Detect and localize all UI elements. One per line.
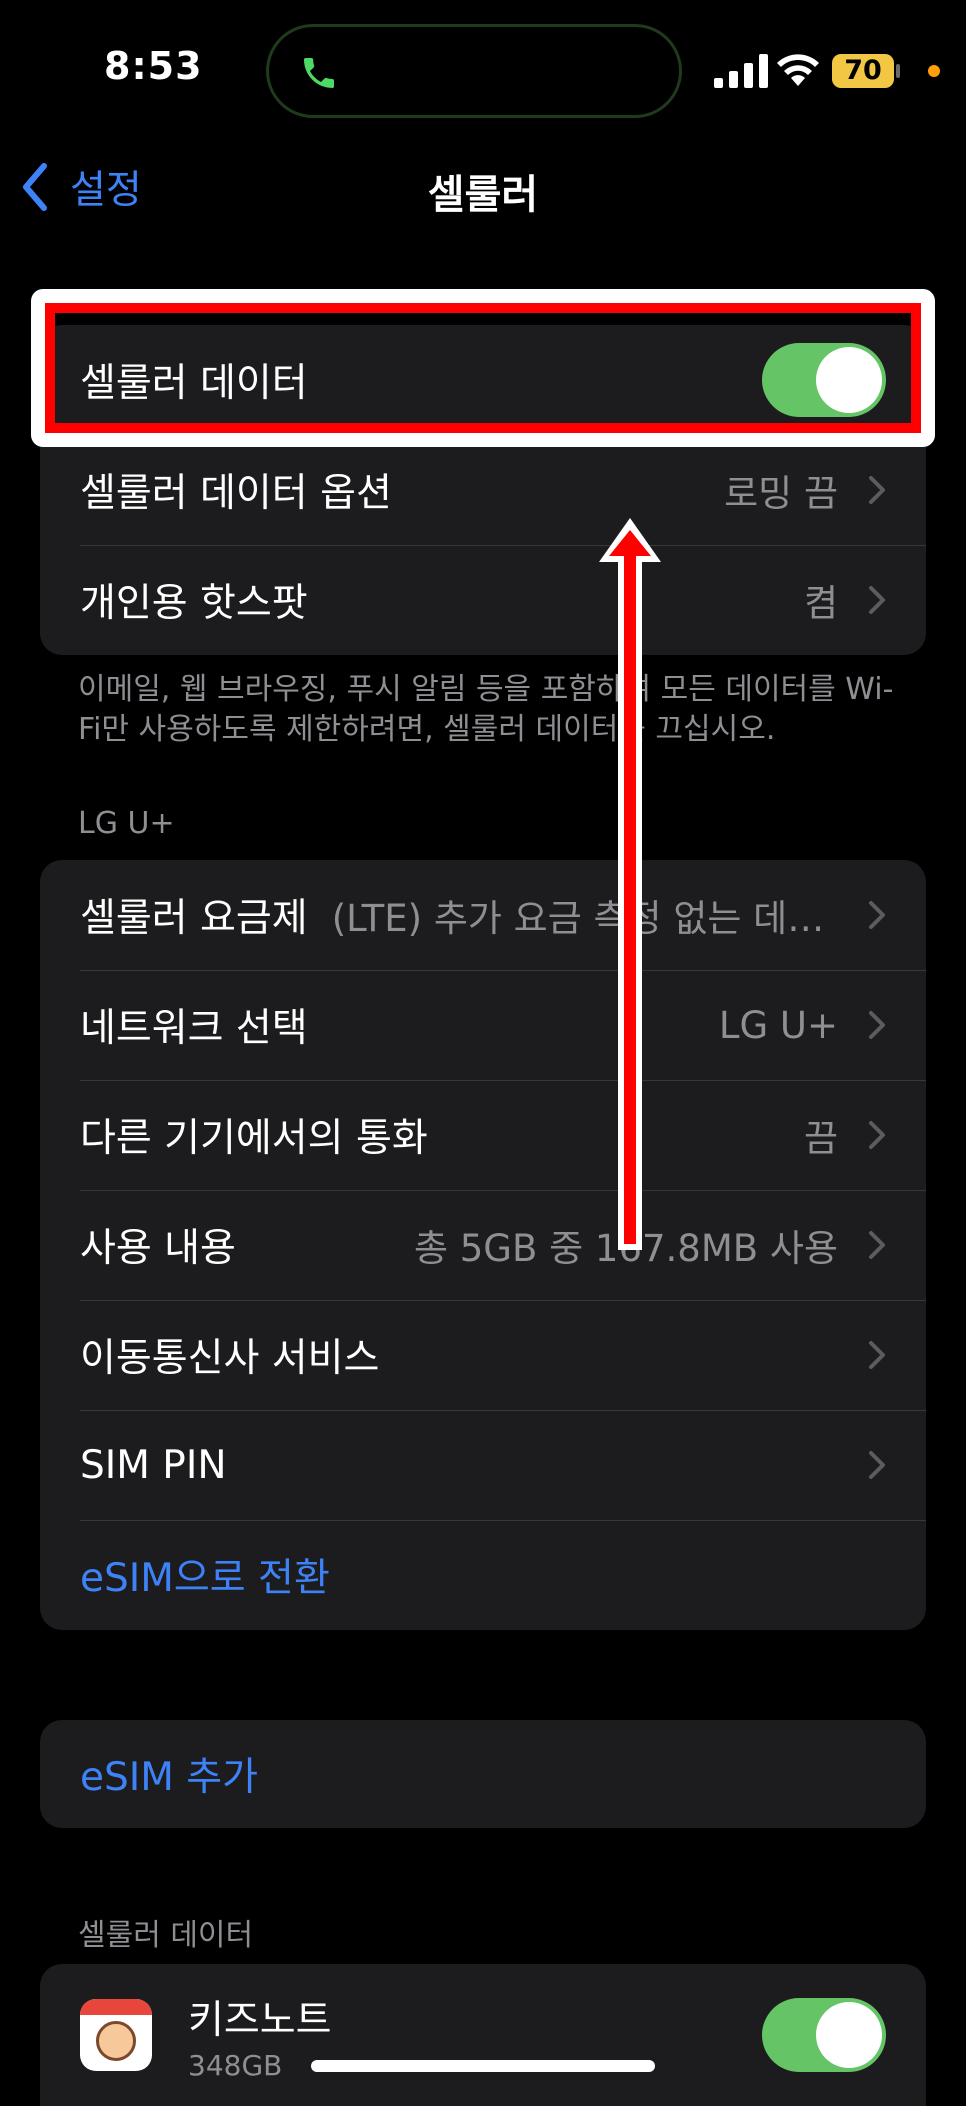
personal-hotspot-value: 켬 bbox=[803, 582, 838, 625]
app-cellular-group: 키즈노트 348GB bbox=[40, 1964, 926, 2106]
cellular-plan-label: 셀룰러 요금제 bbox=[80, 896, 308, 941]
home-indicator[interactable] bbox=[311, 2060, 655, 2072]
chevron-right-icon bbox=[869, 1121, 885, 1149]
usage-row[interactable]: 사용 내용 총 5GB 중 167.8MB 사용 bbox=[40, 1190, 926, 1300]
sim-pin-label: SIM PIN bbox=[80, 1442, 227, 1488]
status-time: 8:53 bbox=[104, 44, 203, 88]
add-esim-row[interactable]: eSIM 추가 bbox=[40, 1720, 926, 1828]
carrier-services-row[interactable]: 이동통신사 서비스 bbox=[40, 1300, 926, 1410]
chevron-right-icon bbox=[869, 901, 885, 929]
cellular-signal-icon bbox=[714, 54, 768, 88]
cellular-data-options-value: 로밍 끔 bbox=[724, 472, 838, 515]
add-esim-link[interactable]: eSIM 추가 bbox=[80, 1746, 258, 1802]
app-cellular-toggle[interactable] bbox=[762, 1998, 886, 2072]
chevron-right-icon bbox=[869, 1231, 885, 1259]
sim-pin-row[interactable]: SIM PIN bbox=[40, 1410, 926, 1520]
status-bar: 8:53 70 bbox=[0, 0, 966, 150]
page-title: 셀룰러 bbox=[427, 172, 539, 218]
battery-indicator: 70 bbox=[832, 54, 894, 88]
network-selection-value: LG U+ bbox=[718, 1003, 838, 1047]
cellular-data-options-row[interactable]: 셀룰러 데이터 옵션 로밍 끔 bbox=[40, 435, 926, 545]
usage-label: 사용 내용 bbox=[80, 1226, 236, 1271]
convert-to-esim-row[interactable]: eSIM으로 전환 bbox=[40, 1520, 926, 1630]
calls-on-other-devices-value: 끔 bbox=[803, 1117, 838, 1160]
annotation-highlight-inner bbox=[45, 303, 921, 433]
privacy-indicator-dot bbox=[928, 65, 940, 77]
cellular-data-footnote: 이메일, 웹 브라우징, 푸시 알림 등을 포함하여 모든 데이터를 Wi-Fi… bbox=[78, 672, 894, 747]
kidsnote-app-icon bbox=[80, 1999, 152, 2071]
carrier-group: 셀룰러 요금제 (LTE) 추가 요금 측정 없는 데… 네트워크 선택 LG … bbox=[40, 860, 926, 1630]
chevron-right-icon bbox=[869, 476, 885, 504]
battery-cap bbox=[896, 64, 900, 78]
toggle-knob bbox=[816, 2002, 882, 2068]
network-selection-label: 네트워크 선택 bbox=[80, 1006, 308, 1051]
app-text: 키즈노트 348GB bbox=[188, 1989, 332, 2082]
convert-to-esim-link[interactable]: eSIM으로 전환 bbox=[80, 1547, 330, 1603]
app-icon-band bbox=[80, 1999, 152, 2015]
app-data-usage: 348GB bbox=[188, 2048, 283, 2082]
chevron-right-icon bbox=[869, 1011, 885, 1039]
chevron-right-icon bbox=[869, 1451, 885, 1479]
carrier-section-header: LG U+ bbox=[78, 806, 175, 841]
annotation-highlight-box bbox=[31, 289, 935, 447]
cellular-plan-value: (LTE) 추가 요금 측정 없는 데… bbox=[331, 897, 825, 940]
network-selection-row[interactable]: 네트워크 선택 LG U+ bbox=[40, 970, 926, 1080]
app-name: 키즈노트 bbox=[188, 1997, 332, 2043]
personal-hotspot-row[interactable]: 개인용 핫스팟 켬 bbox=[40, 545, 926, 655]
chevron-right-icon bbox=[869, 586, 885, 614]
navigation-bar: 설정 셀룰러 bbox=[0, 150, 966, 220]
wifi-icon bbox=[777, 54, 819, 86]
app-section-header: 셀룰러 데이터 bbox=[78, 1918, 254, 1953]
annotation-arrow-up-icon bbox=[599, 518, 661, 1250]
esim-add-group: eSIM 추가 bbox=[40, 1720, 926, 1828]
app-icon-face bbox=[96, 2021, 136, 2061]
carrier-services-label: 이동통신사 서비스 bbox=[80, 1336, 380, 1381]
app-row: 키즈노트 348GB bbox=[40, 1964, 926, 2106]
personal-hotspot-label: 개인용 핫스팟 bbox=[80, 581, 308, 626]
calls-on-other-devices-row[interactable]: 다른 기기에서의 통화 끔 bbox=[40, 1080, 926, 1190]
dynamic-island[interactable] bbox=[266, 24, 682, 118]
cellular-data-options-label: 셀룰러 데이터 옵션 bbox=[80, 471, 392, 516]
calls-on-other-devices-label: 다른 기기에서의 통화 bbox=[80, 1116, 428, 1161]
cellular-plan-row[interactable]: 셀룰러 요금제 (LTE) 추가 요금 측정 없는 데… bbox=[40, 860, 926, 970]
phone-call-icon bbox=[304, 58, 334, 88]
chevron-right-icon bbox=[869, 1341, 885, 1369]
